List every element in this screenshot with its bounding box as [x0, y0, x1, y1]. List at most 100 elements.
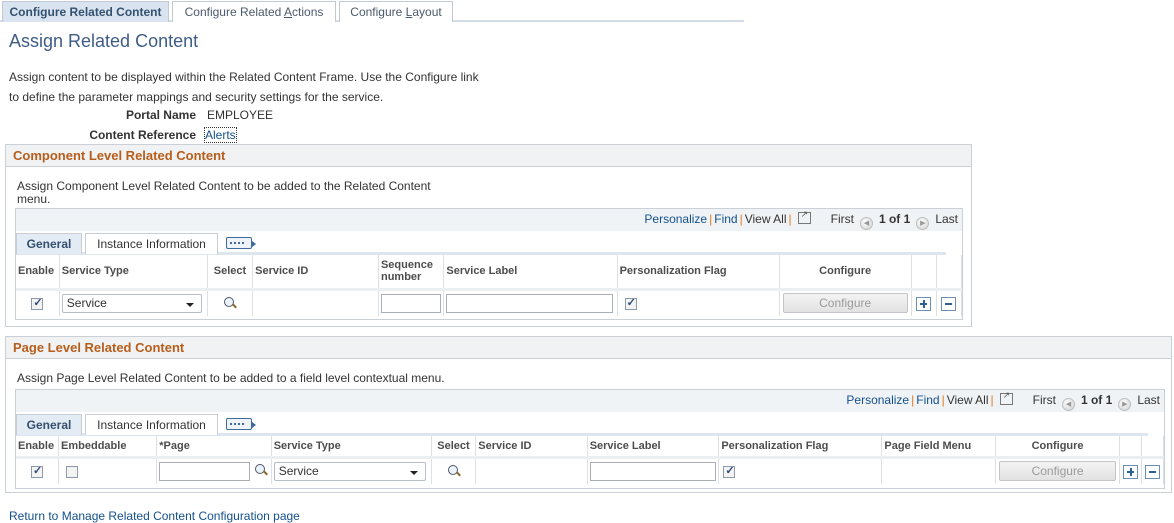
sequence-number-input[interactable]	[380, 293, 441, 313]
service-label-input[interactable]	[446, 293, 614, 313]
delete-row-icon[interactable]	[941, 296, 957, 311]
show-all-columns-icon[interactable]	[226, 237, 256, 249]
portal-name-value: EMPLOYEE	[207, 108, 274, 122]
find-link[interactable]: Find	[714, 212, 737, 226]
section-description: Assign Page Level Related Content to be …	[17, 371, 445, 385]
return-link[interactable]: Return to Manage Related Content Configu…	[9, 509, 300, 523]
grid-tabs: General Instance Information	[16, 414, 1148, 436]
add-row-icon[interactable]	[1123, 464, 1138, 479]
configure-button[interactable]: Configure	[782, 293, 908, 314]
view-all-link[interactable]: View All	[745, 212, 787, 226]
personalize-link[interactable]: Personalize	[846, 393, 909, 407]
col-page: *Page	[156, 436, 272, 459]
grid-nav-bar: Personalize|Find|View All|First◀1 of 1▶L…	[16, 209, 962, 231]
grid-tab-general[interactable]: General	[16, 414, 82, 435]
intro-text: Assign content to be displayed within th…	[9, 70, 479, 104]
popout-icon[interactable]	[999, 390, 1013, 405]
row-count: 1 of 1	[1080, 393, 1113, 407]
service-id-cell	[252, 288, 379, 316]
col-sequence-number: Sequence number	[378, 255, 445, 291]
header-row: Enable Embeddable *Page Service Type Sel…	[16, 436, 1165, 459]
col-page-field-menu: Page Field Menu	[881, 436, 996, 459]
next-icon[interactable]: ▶	[916, 217, 930, 230]
next-icon[interactable]: ▶	[1118, 398, 1132, 411]
section-description: Assign Component Level Related Content t…	[17, 179, 431, 206]
header-row: Enable Service Type Select Service ID Se…	[16, 255, 963, 291]
row-count: 1 of 1	[878, 212, 911, 226]
embeddable-checkbox[interactable]	[66, 466, 79, 479]
col-service-type: Service Type	[271, 436, 432, 459]
personalization-flag-checkbox[interactable]	[624, 296, 637, 311]
add-row-icon[interactable]	[916, 296, 932, 311]
prev-icon[interactable]: ◀	[859, 217, 873, 230]
col-personalization-flag: Personalization Flag	[718, 436, 883, 459]
col-service-id: Service ID	[475, 436, 588, 459]
component-table: Enable Service Type Select Service ID Se…	[16, 255, 963, 316]
lookup-icon[interactable]	[447, 464, 461, 479]
col-add	[911, 255, 937, 291]
component-grid: Personalize|Find|View All|First◀1 of 1▶L…	[15, 208, 963, 320]
col-service-id: Service ID	[252, 255, 379, 291]
col-select: Select	[431, 436, 477, 459]
col-select: Select	[207, 255, 254, 291]
page-tabs: Configure Related Content Configure Rela…	[0, 0, 744, 22]
popout-icon[interactable]	[797, 209, 811, 224]
table-row: Service Configure	[16, 288, 963, 316]
page-grid: Personalize|Find|View All|First◀1 of 1▶L…	[15, 389, 1165, 489]
tab-label: Configure Related	[184, 5, 285, 19]
col-personalization-flag: Personalization Flag	[617, 255, 780, 291]
col-delete	[936, 255, 963, 291]
find-link[interactable]: Find	[916, 393, 939, 407]
col-service-label: Service Label	[443, 255, 618, 291]
prev-icon[interactable]: ◀	[1061, 398, 1075, 411]
page-lookup-icon[interactable]	[254, 464, 268, 478]
tab-configure-related-content[interactable]: Configure Related Content	[2, 1, 169, 22]
page-table: Enable Embeddable *Page Service Type Sel…	[16, 436, 1165, 484]
lookup-icon[interactable]	[223, 296, 237, 311]
enable-checkbox[interactable]	[31, 464, 44, 479]
section-title: Page Level Related Content	[6, 337, 1171, 359]
portal-name-label: Portal Name	[125, 108, 196, 122]
grid-nav-bar: Personalize|Find|View All|First◀1 of 1▶L…	[16, 390, 1164, 412]
service-type-select[interactable]: Service	[61, 293, 202, 313]
tab-label: ayout	[412, 5, 442, 19]
service-type-value: Service	[278, 463, 319, 478]
tab-configure-related-actions[interactable]: Configure Related Actions	[172, 1, 336, 22]
grid-tab-instance-information[interactable]: Instance Information	[85, 414, 218, 435]
page-title: Assign Related Content	[9, 31, 199, 51]
personalization-flag-checkbox[interactable]	[723, 464, 736, 479]
service-id-cell	[475, 456, 588, 484]
tab-accesskey: A	[284, 5, 293, 19]
service-label-input[interactable]	[589, 461, 716, 481]
last-label: Last	[935, 212, 958, 226]
tab-configure-layout[interactable]: Configure Layout	[339, 1, 453, 22]
tab-label: ctions	[292, 5, 324, 19]
content-reference-link[interactable]: Alerts	[204, 127, 237, 143]
col-service-type: Service Type	[59, 255, 208, 291]
personalize-link[interactable]: Personalize	[644, 212, 707, 226]
col-enable: Enable	[16, 436, 60, 459]
grid-tabs: General Instance Information	[16, 233, 946, 255]
page-level-section: Page Level Related Content Assign Page L…	[5, 336, 1172, 493]
view-all-link[interactable]: View All	[947, 393, 989, 407]
table-row: Service Configure	[16, 456, 1165, 484]
service-type-value: Service	[66, 295, 107, 310]
page-field-menu-cell	[881, 456, 996, 484]
delete-row-icon[interactable]	[1144, 464, 1160, 479]
col-configure: Configure	[995, 436, 1121, 459]
grid-tab-instance-information[interactable]: Instance Information	[85, 233, 218, 254]
page-input[interactable]	[159, 461, 251, 481]
col-add	[1119, 436, 1142, 459]
first-label: First	[1032, 393, 1056, 407]
tab-label: Configure	[350, 5, 406, 19]
col-embeddable: Embeddable	[58, 436, 158, 459]
section-title: Component Level Related Content	[6, 145, 971, 167]
grid-tab-general[interactable]: General	[16, 233, 82, 254]
col-configure: Configure	[779, 255, 912, 291]
component-level-section: Component Level Related Content Assign C…	[5, 144, 972, 327]
show-all-columns-icon[interactable]	[226, 418, 256, 430]
content-reference-label: Content Reference	[89, 128, 196, 142]
configure-button[interactable]: Configure	[999, 461, 1117, 482]
service-type-select[interactable]: Service	[273, 461, 426, 481]
enable-checkbox[interactable]	[31, 296, 44, 311]
